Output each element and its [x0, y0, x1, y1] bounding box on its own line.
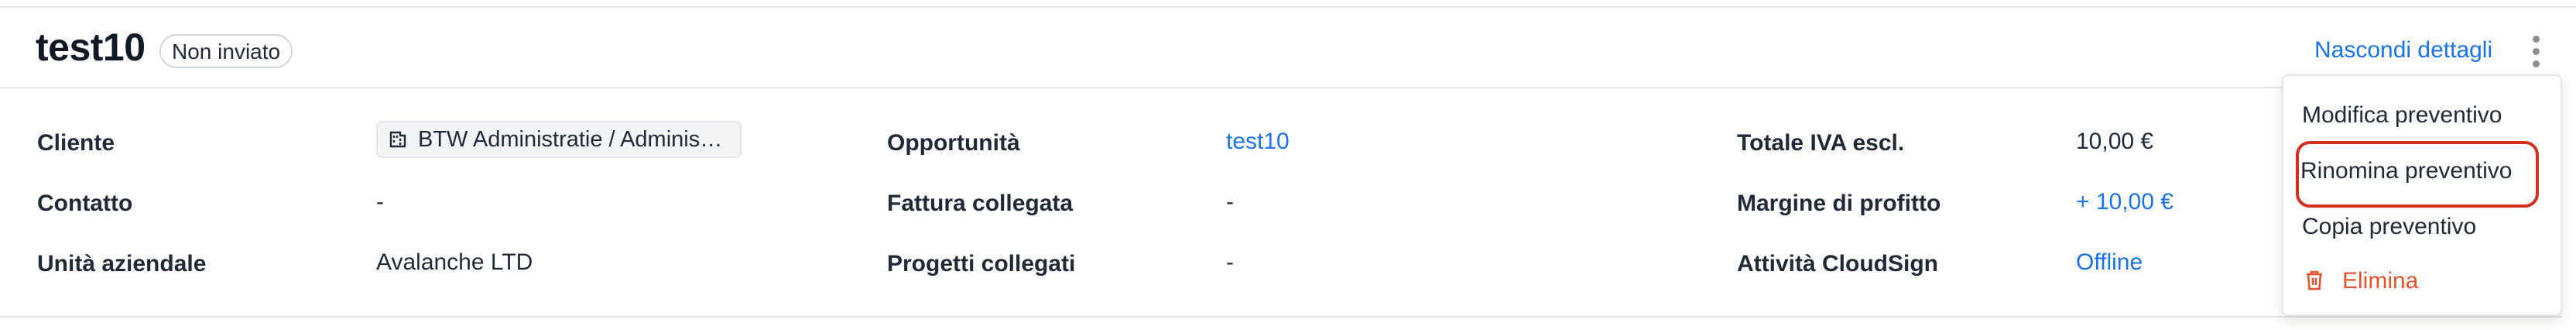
trash-icon: [2307, 270, 2322, 290]
business-unit-label: Unità aziendale: [37, 251, 207, 277]
cloudsign-activity-value[interactable]: Offline: [2076, 249, 2143, 276]
contact-value: -: [376, 189, 384, 215]
company-icon: [389, 131, 406, 148]
total-excl-vat-value: 10,00 €: [2076, 129, 2154, 154]
linked-projects-value: -: [1226, 249, 1234, 275]
quote-card: test10 Non inviato Nascondi dettagli Cli…: [0, 8, 2562, 318]
client-chip[interactable]: BTW Administratie / Adminis…: [376, 121, 742, 158]
linked-projects-label: Progetti collegati: [887, 251, 1076, 277]
profit-margin-value[interactable]: + 10,00 €: [2076, 189, 2174, 215]
business-unit-value: Avalanche LTD: [376, 249, 533, 275]
opportunity-link[interactable]: test10: [1226, 129, 1290, 155]
linked-invoice-value: -: [1226, 189, 1234, 215]
quote-header: test10 Non inviato Nascondi dettagli: [0, 8, 2562, 88]
quote-page: test10 Non inviato Nascondi dettagli Cli…: [0, 0, 2576, 330]
hide-details-link[interactable]: Nascondi dettagli: [2314, 37, 2492, 64]
more-options-icon[interactable]: [2525, 33, 2547, 71]
menu-item-rename-quote[interactable]: Rinomina preventivo: [2300, 158, 2512, 184]
menu-item-delete[interactable]: Elimina: [2342, 268, 2418, 294]
total-excl-vat-label: Totale IVA escl.: [1737, 130, 1905, 156]
contact-label: Contatto: [37, 191, 133, 216]
actions-dropdown: Modifica preventivo Rinomina preventivo …: [2282, 74, 2562, 316]
client-name: BTW Administratie / Adminis…: [418, 127, 723, 152]
status-badge: Non inviato: [159, 34, 293, 68]
profit-margin-label: Margine di profitto: [1737, 191, 1941, 216]
page-title: test10: [36, 26, 146, 69]
client-label: Cliente: [37, 130, 115, 156]
opportunity-label: Opportunità: [887, 130, 1020, 156]
menu-item-copy-quote[interactable]: Copia preventivo: [2302, 214, 2476, 240]
cloudsign-activity-label: Attività CloudSign: [1737, 251, 1938, 277]
linked-invoice-label: Fattura collegata: [887, 191, 1074, 216]
menu-item-edit-quote[interactable]: Modifica preventivo: [2302, 102, 2502, 129]
